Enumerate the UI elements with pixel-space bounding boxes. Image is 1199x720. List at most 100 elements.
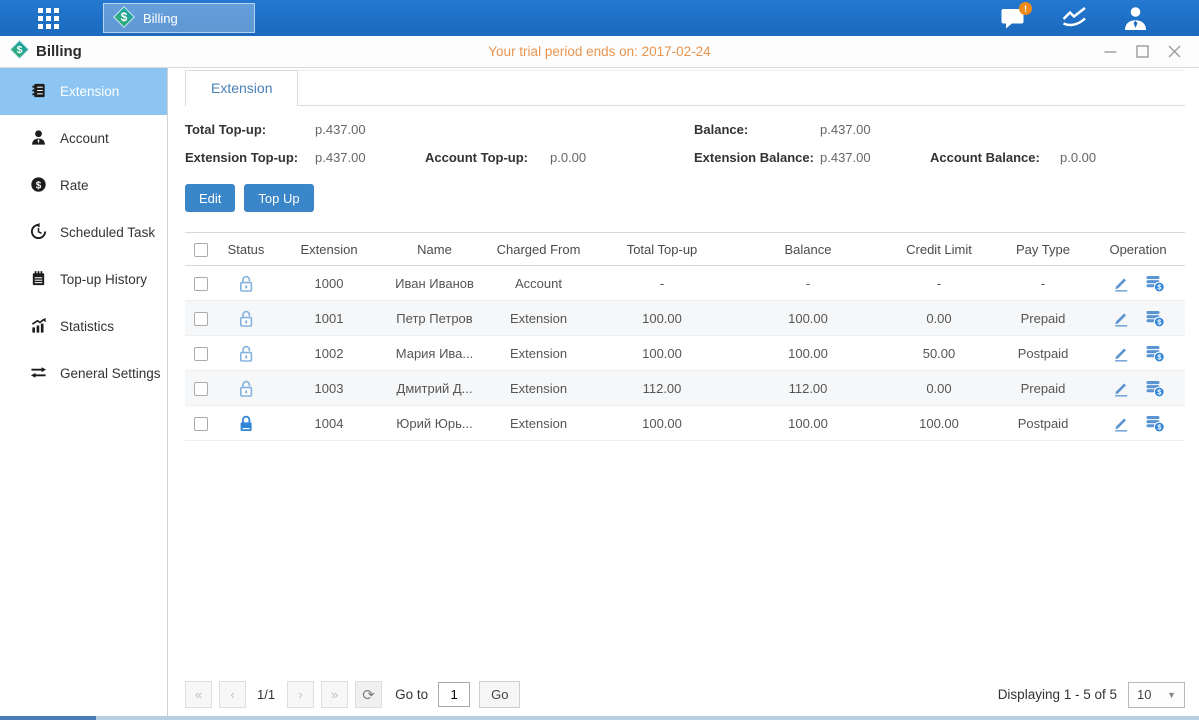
- sidebar-item-scheduled-task[interactable]: Scheduled Task: [0, 209, 167, 256]
- cell-pay-type: Postpaid: [995, 406, 1091, 441]
- user-icon[interactable]: [1122, 5, 1149, 31]
- goto-page-input[interactable]: [438, 682, 470, 707]
- cell-balance: 100.00: [733, 406, 883, 441]
- refresh-button[interactable]: ⟳: [355, 681, 382, 708]
- last-page-button[interactable]: »: [321, 681, 348, 708]
- topup-row-icon[interactable]: $: [1145, 379, 1165, 398]
- cell-pay-type: Postpaid: [995, 336, 1091, 371]
- col-balance: Balance: [733, 233, 883, 266]
- sidebar-item-account[interactable]: Account: [0, 115, 167, 162]
- cell-credit-limit: -: [883, 266, 995, 301]
- sliders-icon: [30, 364, 47, 384]
- taskbar-billing-button[interactable]: $ Billing: [103, 3, 255, 33]
- cell-total-topup: 100.00: [591, 301, 733, 336]
- topup-row-icon[interactable]: $: [1145, 414, 1165, 433]
- table-row[interactable]: 1003 Дмитрий Д... Extension 112.00 112.0…: [185, 371, 1185, 406]
- app-grid-icon[interactable]: [38, 8, 59, 29]
- tab-extension[interactable]: Extension: [185, 70, 298, 106]
- topup-button[interactable]: Top Up: [244, 184, 313, 212]
- sidebar-item-rate[interactable]: $ Rate: [0, 162, 167, 209]
- cell-name: Петр Петров: [383, 301, 486, 336]
- page-size-select[interactable]: 10 ▼: [1128, 682, 1185, 708]
- cell-credit-limit: 0.00: [883, 301, 995, 336]
- account-balance-label: Account Balance:: [930, 150, 1060, 165]
- taskbar: $ Billing !: [0, 0, 1199, 36]
- topup-row-icon[interactable]: $: [1145, 309, 1165, 328]
- status-lock-icon: [217, 301, 275, 336]
- table-header-row: Status Extension Name Charged From Total…: [185, 233, 1185, 266]
- content-area: Extension Total Top-up: p.437.00 Balance…: [168, 68, 1199, 716]
- table-row[interactable]: 1000 Иван Иванов Account - - - -: [185, 266, 1185, 301]
- chat-icon[interactable]: !: [1000, 6, 1027, 30]
- window-title: Billing: [36, 43, 82, 60]
- cell-total-topup: 112.00: [591, 371, 733, 406]
- table-row[interactable]: 1002 Мария Ива... Extension 100.00 100.0…: [185, 336, 1185, 371]
- window-bottom-edge: [0, 716, 1199, 720]
- account-balance-value: p.0.00: [1060, 150, 1185, 165]
- col-total-topup: Total Top-up: [591, 233, 733, 266]
- sidebar-item-statistics[interactable]: Statistics: [0, 303, 167, 350]
- person-icon: [30, 129, 47, 149]
- svg-text:$: $: [36, 180, 42, 191]
- account-topup-value: p.0.00: [550, 150, 694, 165]
- table-row[interactable]: 1001 Петр Петров Extension 100.00 100.00…: [185, 301, 1185, 336]
- ledger-icon: [30, 82, 47, 102]
- col-charged-from: Charged From: [486, 233, 591, 266]
- maximize-icon[interactable]: [1136, 45, 1149, 58]
- row-checkbox[interactable]: [194, 417, 208, 431]
- topup-row-icon[interactable]: $: [1145, 344, 1165, 363]
- account-topup-label: Account Top-up:: [425, 150, 550, 165]
- prev-page-button[interactable]: ‹: [219, 681, 246, 708]
- cell-pay-type: -: [995, 266, 1091, 301]
- select-all-checkbox[interactable]: [194, 243, 208, 257]
- cell-extension: 1002: [275, 336, 383, 371]
- balance-value: p.437.00: [820, 122, 930, 137]
- extension-balance-label: Extension Balance:: [694, 150, 820, 165]
- table-row[interactable]: 1004 Юрий Юрь... Extension 100.00 100.00…: [185, 406, 1185, 441]
- displaying-status: Displaying 1 - 5 of 5: [998, 687, 1117, 702]
- cell-name: Иван Иванов: [383, 266, 486, 301]
- cell-extension: 1000: [275, 266, 383, 301]
- next-page-button[interactable]: ›: [287, 681, 314, 708]
- row-checkbox[interactable]: [194, 382, 208, 396]
- chevron-down-icon: ▼: [1167, 690, 1176, 700]
- edit-row-icon[interactable]: [1112, 414, 1130, 432]
- first-page-button[interactable]: «: [185, 681, 212, 708]
- cell-total-topup: 100.00: [591, 336, 733, 371]
- page-indicator: 1/1: [257, 687, 275, 702]
- cell-credit-limit: 0.00: [883, 371, 995, 406]
- cell-balance: 100.00: [733, 301, 883, 336]
- topup-row-icon[interactable]: $: [1145, 274, 1165, 293]
- cell-charged-from: Extension: [486, 406, 591, 441]
- status-lock-icon: [217, 406, 275, 441]
- edit-button[interactable]: Edit: [185, 184, 235, 212]
- row-checkbox[interactable]: [194, 277, 208, 291]
- row-checkbox[interactable]: [194, 312, 208, 326]
- edit-row-icon[interactable]: [1112, 309, 1130, 327]
- cell-charged-from: Extension: [486, 301, 591, 336]
- page-size-value: 10: [1137, 687, 1151, 702]
- row-checkbox[interactable]: [194, 347, 208, 361]
- close-icon[interactable]: [1168, 45, 1181, 58]
- go-button[interactable]: Go: [479, 681, 520, 708]
- history-clock-icon: [30, 223, 47, 243]
- sidebar-item-general-settings[interactable]: General Settings: [0, 350, 167, 397]
- sidebar-item-topup-history[interactable]: Top-up History: [0, 256, 167, 303]
- sidebar-item-label: Statistics: [60, 319, 114, 334]
- edit-row-icon[interactable]: [1112, 379, 1130, 397]
- edit-row-icon[interactable]: [1112, 274, 1130, 292]
- edit-row-icon[interactable]: [1112, 344, 1130, 362]
- notepad-icon: [30, 270, 47, 290]
- sidebar-item-extension[interactable]: Extension: [0, 68, 167, 115]
- chart-icon[interactable]: [1061, 6, 1088, 30]
- cell-name: Юрий Юрь...: [383, 406, 486, 441]
- chat-notification-badge: !: [1019, 2, 1032, 15]
- cell-charged-from: Extension: [486, 371, 591, 406]
- extension-topup-label: Extension Top-up:: [185, 150, 315, 165]
- cell-balance: 112.00: [733, 371, 883, 406]
- col-status: Status: [217, 233, 275, 266]
- col-extension: Extension: [275, 233, 383, 266]
- sidebar-item-label: Scheduled Task: [60, 225, 155, 240]
- minimize-icon[interactable]: [1104, 45, 1117, 58]
- cell-total-topup: 100.00: [591, 406, 733, 441]
